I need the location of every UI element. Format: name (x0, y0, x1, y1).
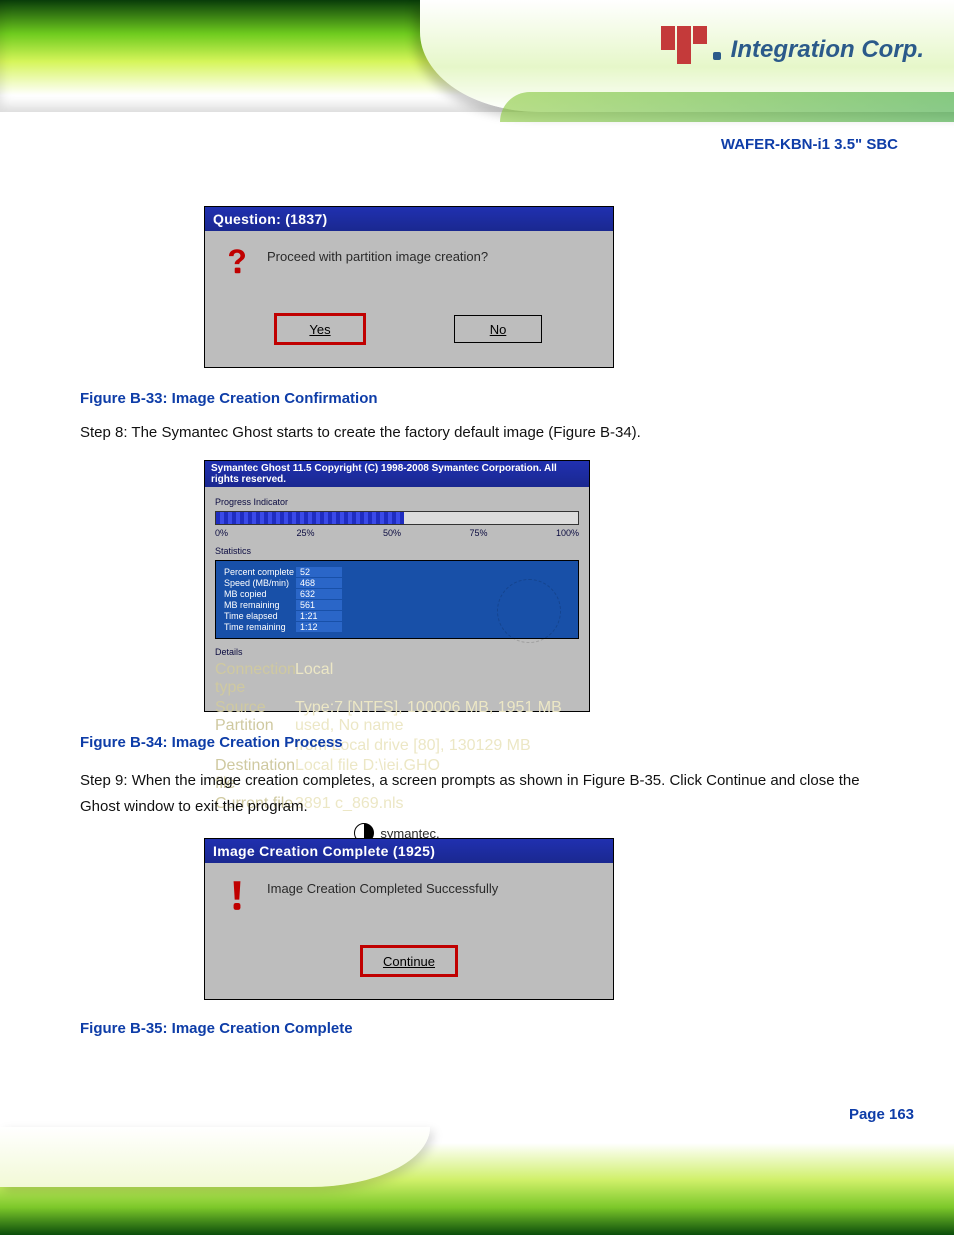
details-label: Details (215, 647, 579, 657)
tick-100: 100% (556, 528, 579, 538)
yes-button-label: Yes (309, 322, 330, 337)
brand-text: Integration Corp. (731, 36, 924, 64)
det-k-0: Connection type (215, 661, 295, 697)
stat-k-1: Speed (MB/min) (224, 578, 296, 588)
stat-v-4: 1:21 (296, 611, 342, 621)
progress-ticks: 0% 25% 50% 75% 100% (215, 528, 579, 538)
exclamation-icon (223, 879, 251, 911)
dialog-proceed: Question: (1837) Proceed with partition … (204, 206, 614, 368)
dialog-proceed-msg: Proceed with partition image creation? (267, 249, 488, 264)
figure-caption-33: Figure B-33: Image Creation Confirmation (80, 390, 898, 407)
ghost-title: Symantec Ghost 11.5 Copyright (C) 1998-2… (205, 461, 589, 487)
stat-k-4: Time elapsed (224, 611, 296, 621)
doc-title: WAFER-KBN-i1 3.5" SBC (56, 136, 898, 153)
step-9-text: Step 9: When the image creation complete… (80, 768, 874, 819)
page-number: Page 163 (849, 1106, 914, 1123)
tick-25: 25% (296, 528, 314, 538)
dialog-complete: Image Creation Complete (1925) Image Cre… (204, 838, 614, 1000)
continue-button-label: Continue (383, 954, 435, 969)
header-stripe (500, 92, 954, 122)
dialog-complete-title: Image Creation Complete (1925) (205, 839, 613, 863)
figure-caption-34: Figure B-34: Image Creation Process (80, 734, 898, 751)
stat-v-1: 468 (296, 578, 342, 588)
tick-0: 0% (215, 528, 228, 538)
stat-k-2: MB copied (224, 589, 296, 599)
dialog-complete-msg: Image Creation Completed Successfully (267, 881, 498, 896)
stat-k-3: MB remaining (224, 600, 296, 610)
footer-swoop (0, 1127, 430, 1187)
ghost-progress-window: Symantec Ghost 11.5 Copyright (C) 1998-2… (204, 460, 590, 712)
continue-button[interactable]: Continue (362, 947, 456, 975)
logo-dot-icon (713, 52, 721, 60)
tick-50: 50% (383, 528, 401, 538)
no-button[interactable]: No (454, 315, 542, 343)
brand-logo: Integration Corp. (661, 26, 924, 64)
stat-v-3: 561 (296, 600, 342, 610)
figure-caption-35: Figure B-35: Image Creation Complete (80, 1020, 898, 1037)
question-icon (223, 247, 251, 279)
page-footer-banner (0, 1143, 954, 1235)
stats-label: Statistics (215, 546, 579, 556)
stat-k-5: Time remaining (224, 622, 296, 632)
yes-button[interactable]: Yes (276, 315, 364, 343)
det-v-1: Type:7 [NTFS], 100006 MB, 1951 MB used, … (295, 699, 579, 735)
logo-bars-icon (661, 26, 707, 64)
progress-label: Progress Indicator (215, 497, 579, 507)
progress-bar-fill (216, 512, 404, 524)
stat-v-0: 52 (296, 567, 342, 577)
stat-v-2: 632 (296, 589, 342, 599)
ghost-icon (497, 579, 561, 643)
stat-k-0: Percent complete (224, 567, 296, 577)
tick-75: 75% (469, 528, 487, 538)
dialog-proceed-title: Question: (1837) (205, 207, 613, 231)
det-v-0: Local (295, 661, 579, 697)
step-8-text: Step 8: The Symantec Ghost starts to cre… (80, 424, 874, 441)
page-header-banner: Integration Corp. (0, 0, 954, 112)
stat-v-5: 1:12 (296, 622, 342, 632)
no-button-label: No (490, 322, 507, 337)
progress-bar (215, 511, 579, 525)
det-k-1: Source Partition (215, 699, 295, 735)
